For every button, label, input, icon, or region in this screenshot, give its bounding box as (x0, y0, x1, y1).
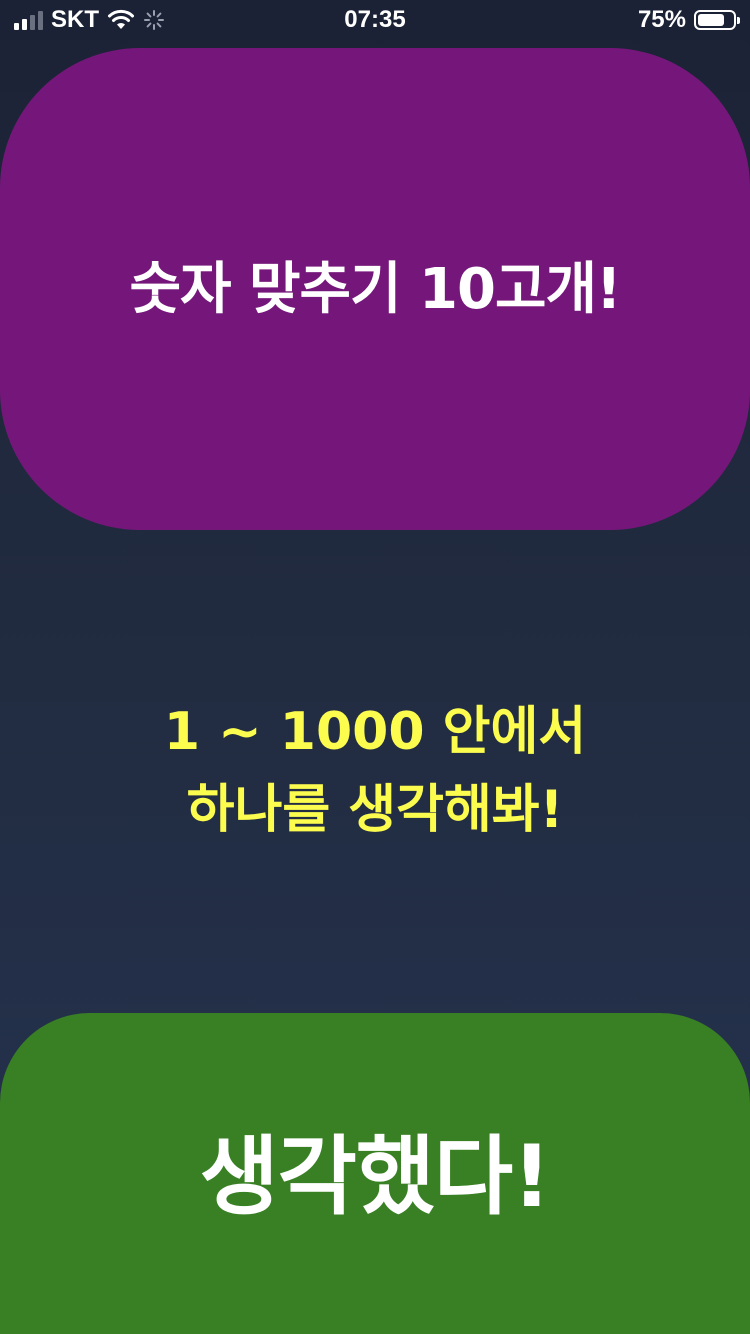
confirm-button[interactable]: 생각했다! (0, 1013, 750, 1334)
status-bar: SKT 07:35 75% (0, 0, 750, 40)
instruction-line-2: 하나를 생각해봐! (186, 780, 564, 840)
battery-icon (694, 10, 740, 30)
title-card: 숫자 맞추기 10고개! (0, 48, 750, 530)
battery-level-fill (698, 14, 724, 26)
confirm-button-label: 생각했다! (199, 1127, 552, 1227)
status-right: 75% (637, 6, 740, 34)
page-title: 숫자 맞추기 10고개! (129, 256, 621, 322)
instruction-text: 1 ~ 1000 안에서 하나를 생각해봐! (0, 693, 750, 849)
instruction-line-1: 1 ~ 1000 안에서 (163, 702, 587, 762)
battery-percent: 75% (637, 6, 686, 33)
